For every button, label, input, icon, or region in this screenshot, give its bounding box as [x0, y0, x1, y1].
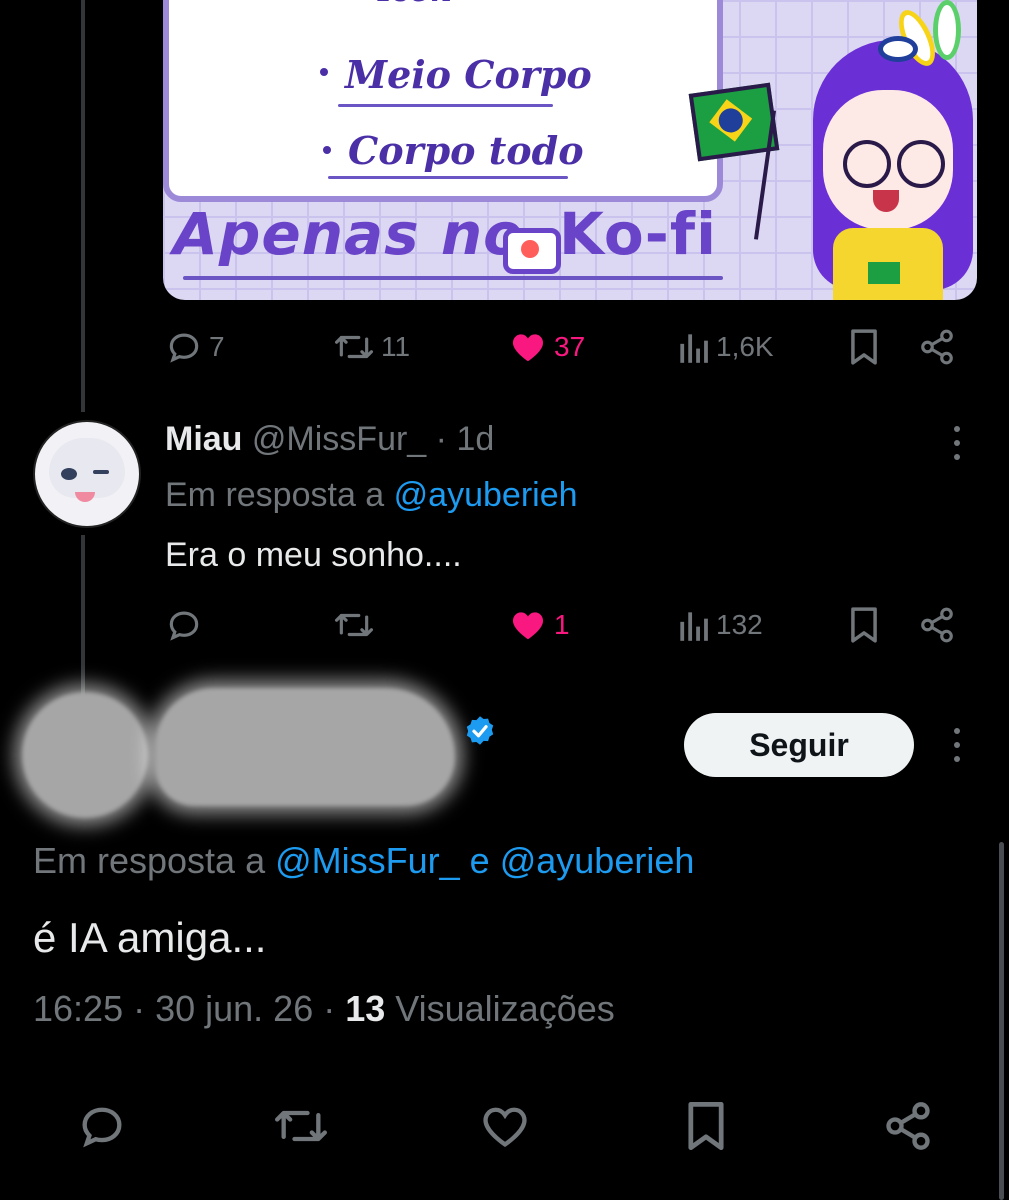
views-label: Visualizações	[395, 988, 615, 1029]
replying-prefix: Em resposta a	[165, 476, 385, 514]
share-button[interactable]	[882, 1100, 934, 1152]
like-count: 37	[554, 331, 586, 362]
more-options-icon[interactable]	[952, 728, 962, 762]
replying-handles-link[interactable]: @MissFur_ e @ayuberieh	[275, 840, 694, 881]
promo-item-meio-corpo: Meio Corpo	[345, 52, 592, 97]
like-button[interactable]: 37	[508, 328, 585, 366]
tweet-text: Era o meu sonho....	[165, 536, 462, 574]
heart-filled-icon	[512, 612, 544, 640]
tweet-text: é IA amiga...	[33, 914, 267, 961]
bookmark-icon	[851, 607, 877, 643]
promo-underline	[328, 176, 568, 179]
promo-item-icon: Icon	[378, 0, 452, 9]
share-button[interactable]	[918, 328, 956, 366]
like-button[interactable]	[478, 1100, 532, 1152]
repost-button[interactable]	[333, 606, 381, 644]
more-options-icon[interactable]	[952, 426, 962, 460]
reply-button[interactable]	[165, 606, 209, 644]
thread-line-bottom	[81, 535, 85, 695]
thread-line-top	[81, 0, 85, 412]
bullet	[320, 68, 328, 76]
bullet	[323, 146, 331, 154]
repost-button[interactable]: 11	[333, 328, 410, 366]
reply-count: 7	[209, 331, 225, 362]
redacted-avatar[interactable]	[22, 692, 148, 818]
reply-header: Miau @MissFur_ · 1d	[165, 420, 494, 459]
repost-count: 11	[381, 331, 411, 362]
heart-filled-icon	[512, 334, 544, 362]
character-illustration	[683, 0, 977, 300]
handle[interactable]: @MissFur_	[252, 420, 426, 458]
reply-icon	[169, 611, 199, 641]
bookmark-button[interactable]	[848, 606, 880, 644]
replying-to: Em resposta a @ayuberieh	[165, 476, 578, 515]
replying-to: Em resposta a @MissFur_ e @ayuberieh	[33, 840, 694, 882]
promo-footer-text: Apenas no	[173, 200, 525, 268]
share-icon	[921, 607, 953, 643]
timestamp[interactable]: · 1d	[436, 420, 495, 458]
heart-icon	[483, 1107, 527, 1148]
reply-icon	[82, 1107, 122, 1148]
bookmark-icon	[688, 1101, 724, 1151]
share-icon	[886, 1102, 930, 1150]
repost-icon	[335, 335, 373, 359]
reply-icon	[169, 333, 199, 363]
reply-button[interactable]: 7	[165, 328, 225, 366]
promo-underline	[183, 276, 723, 280]
bookmark-button[interactable]	[684, 1100, 728, 1152]
reply-button[interactable]	[76, 1100, 128, 1152]
views-count: 13	[345, 988, 386, 1029]
share-button[interactable]	[918, 606, 956, 644]
promo-underline	[338, 104, 553, 107]
repost-button[interactable]	[272, 1100, 330, 1152]
display-name[interactable]: Miau	[165, 420, 242, 458]
redacted-author-name[interactable]	[155, 688, 455, 806]
tweet-timestamp[interactable]: 16:25 · 30 jun. 26 ·	[33, 988, 335, 1029]
replying-handle-link[interactable]: @ayuberieh	[394, 476, 578, 514]
views-button[interactable]: 132	[676, 606, 763, 644]
promo-item-corpo-todo: Corpo todo	[348, 128, 584, 173]
follow-button[interactable]: Seguir	[684, 713, 914, 777]
like-count: 1	[554, 609, 570, 640]
repost-icon	[335, 613, 373, 637]
views-count: 132	[716, 609, 763, 640]
kofi-cup-icon	[503, 228, 561, 274]
views-icon	[680, 334, 708, 363]
share-icon	[921, 329, 953, 365]
replying-prefix: Em resposta a	[33, 840, 266, 881]
views-button[interactable]: 1,6K	[676, 328, 774, 366]
scrollbar[interactable]	[999, 842, 1004, 1200]
like-button[interactable]: 1	[508, 606, 570, 644]
repost-icon	[274, 1110, 327, 1142]
tweet-meta: 16:25 · 30 jun. 26 · 13 Visualizações	[33, 988, 615, 1030]
views-count: 1,6K	[716, 331, 774, 362]
bookmark-icon	[851, 329, 877, 365]
bookmark-button[interactable]	[848, 328, 880, 366]
views-icon	[680, 612, 708, 641]
verified-badge-icon	[466, 716, 494, 745]
tweet-image[interactable]: Icon Meio Corpo Corpo todo Apenas no Ko-…	[163, 0, 977, 300]
avatar[interactable]	[33, 420, 141, 528]
